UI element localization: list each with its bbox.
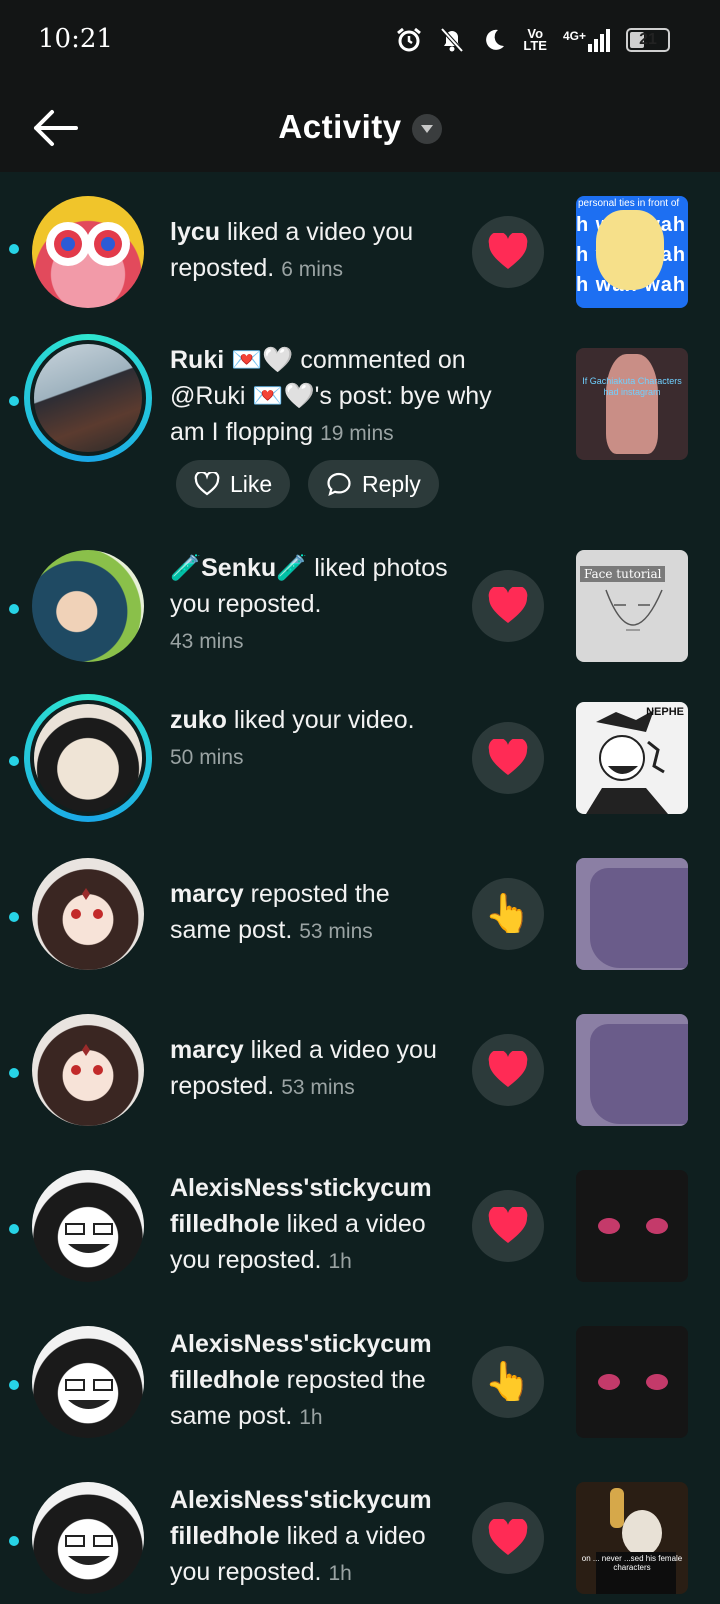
unread-dot	[9, 1380, 19, 1390]
status-bar: 10:21 Vo LTE 4G+ 21	[0, 0, 720, 84]
unread-dot	[9, 1224, 19, 1234]
moon-icon	[486, 29, 505, 50]
pointing-hand-icon: 👆	[484, 1361, 532, 1403]
thumbnail-caption: If Gachiakuta Characters had instagram	[582, 376, 682, 397]
timestamp: 1h	[299, 1406, 323, 1429]
timestamp: 53 mins	[281, 1076, 355, 1099]
unread-dot	[9, 1536, 19, 1546]
heart-icon	[488, 739, 528, 775]
post-thumbnail[interactable]	[576, 1326, 688, 1438]
thumbnail-caption: NEPHE	[646, 706, 684, 718]
unread-dot	[9, 396, 19, 406]
heart-icon	[488, 1519, 528, 1555]
post-thumbnail[interactable]	[576, 858, 688, 970]
comment-icon	[327, 472, 351, 496]
chevron-down-icon	[411, 114, 442, 144]
app-bar: Activity	[0, 84, 720, 172]
username[interactable]: 🧪Senku🧪	[170, 554, 307, 582]
notification-text: 🧪Senku🧪 liked photos you reposted. 43 mi…	[170, 550, 455, 660]
avatar[interactable]	[32, 858, 144, 970]
username[interactable]: Ruki 💌🤍	[170, 346, 293, 374]
avatar[interactable]	[32, 1170, 144, 1282]
username[interactable]: lycu	[170, 218, 220, 246]
timestamp: 6 mins	[281, 258, 344, 281]
notification-text: marcy liked a video you reposted. 53 min…	[170, 1032, 455, 1106]
timestamp: 1h	[328, 1562, 352, 1585]
heart-icon	[488, 587, 528, 623]
unread-dot	[9, 1068, 19, 1078]
battery-icon: 21	[626, 28, 670, 52]
post-thumbnail[interactable]: NEPHE	[576, 702, 688, 814]
like-back-button[interactable]	[472, 216, 544, 288]
title-dropdown[interactable]: Activity	[0, 108, 720, 146]
post-thumbnail[interactable]	[576, 1170, 688, 1282]
unread-dot	[9, 912, 19, 922]
notification-text: zuko liked your video. 50 mins	[170, 702, 455, 776]
timestamp: 43 mins	[170, 630, 244, 653]
page-title: Activity	[278, 108, 402, 145]
repost-back-button[interactable]: 👆	[472, 1346, 544, 1418]
timestamp: 50 mins	[170, 746, 244, 769]
unread-dot	[9, 756, 19, 766]
avatar[interactable]	[32, 1482, 144, 1594]
volte-indicator: Vo LTE	[523, 26, 547, 53]
post-thumbnail[interactable]: If Gachiakuta Characters had instagram	[576, 348, 688, 460]
battery-level: 21	[639, 31, 657, 48]
timestamp: 19 mins	[320, 422, 394, 445]
signal-icon: 4G+	[562, 28, 610, 52]
pointing-hand-icon: 👆	[484, 893, 532, 935]
notification-text: AlexisNess'stickycum filledhole liked a …	[170, 1170, 455, 1280]
status-time: 10:21	[38, 24, 113, 54]
notification-text: lycu liked a video you reposted. 6 mins	[170, 214, 455, 288]
thumbnail-caption: personal ties in front of	[578, 198, 680, 209]
network-type: 4G+	[562, 28, 586, 43]
thumbnail-caption: Face tutorial	[580, 566, 666, 582]
notification-text: AlexisNess'stickycum filledhole liked a …	[170, 1482, 455, 1592]
mute-bell-icon	[440, 27, 464, 53]
heart-outline-icon	[194, 472, 220, 496]
thumbnail-caption: on ... never ...sed his female character…	[581, 1554, 683, 1572]
message: liked your video.	[226, 706, 415, 734]
like-back-button[interactable]	[472, 1034, 544, 1106]
username[interactable]: marcy	[170, 880, 244, 908]
like-back-button[interactable]	[472, 570, 544, 642]
timestamp: 1h	[328, 1250, 352, 1273]
username[interactable]: marcy	[170, 1036, 244, 1064]
like-back-button[interactable]	[472, 1190, 544, 1262]
post-thumbnail[interactable]: on ... never ...sed his female character…	[576, 1482, 688, 1594]
post-thumbnail[interactable]: personal ties in front of h wah wah h wa…	[576, 196, 688, 308]
like-label: Like	[230, 470, 273, 497]
heart-icon	[488, 233, 528, 269]
heart-icon	[488, 1207, 528, 1243]
avatar[interactable]	[24, 334, 152, 462]
avatar[interactable]	[32, 1014, 144, 1126]
post-thumbnail[interactable]: Face tutorial	[576, 550, 688, 662]
username[interactable]: zuko	[170, 706, 227, 734]
alarm-icon	[397, 27, 422, 52]
heart-icon	[488, 1051, 528, 1087]
reply-label: Reply	[362, 470, 421, 497]
post-thumbnail[interactable]	[576, 1014, 688, 1126]
like-back-button[interactable]	[472, 722, 544, 794]
reply-button[interactable]: Reply	[308, 460, 439, 508]
status-icons: Vo LTE 4G+ 21	[395, 26, 670, 54]
unread-dot	[9, 244, 19, 254]
notification-text: marcy reposted the same post. 53 mins	[170, 876, 455, 950]
notification-text: AlexisNess'stickycum filledhole reposted…	[170, 1326, 455, 1436]
timestamp: 53 mins	[299, 920, 373, 943]
avatar[interactable]	[32, 1326, 144, 1438]
notification-text: Ruki 💌🤍 commented on @Ruki 💌🤍's post: by…	[170, 342, 530, 452]
repost-back-button[interactable]: 👆	[472, 878, 544, 950]
like-comment-button[interactable]: Like	[176, 460, 291, 508]
avatar[interactable]	[32, 196, 144, 308]
unread-dot	[9, 604, 19, 614]
avatar[interactable]	[24, 694, 152, 822]
like-back-button[interactable]	[472, 1502, 544, 1574]
avatar[interactable]	[32, 550, 144, 662]
